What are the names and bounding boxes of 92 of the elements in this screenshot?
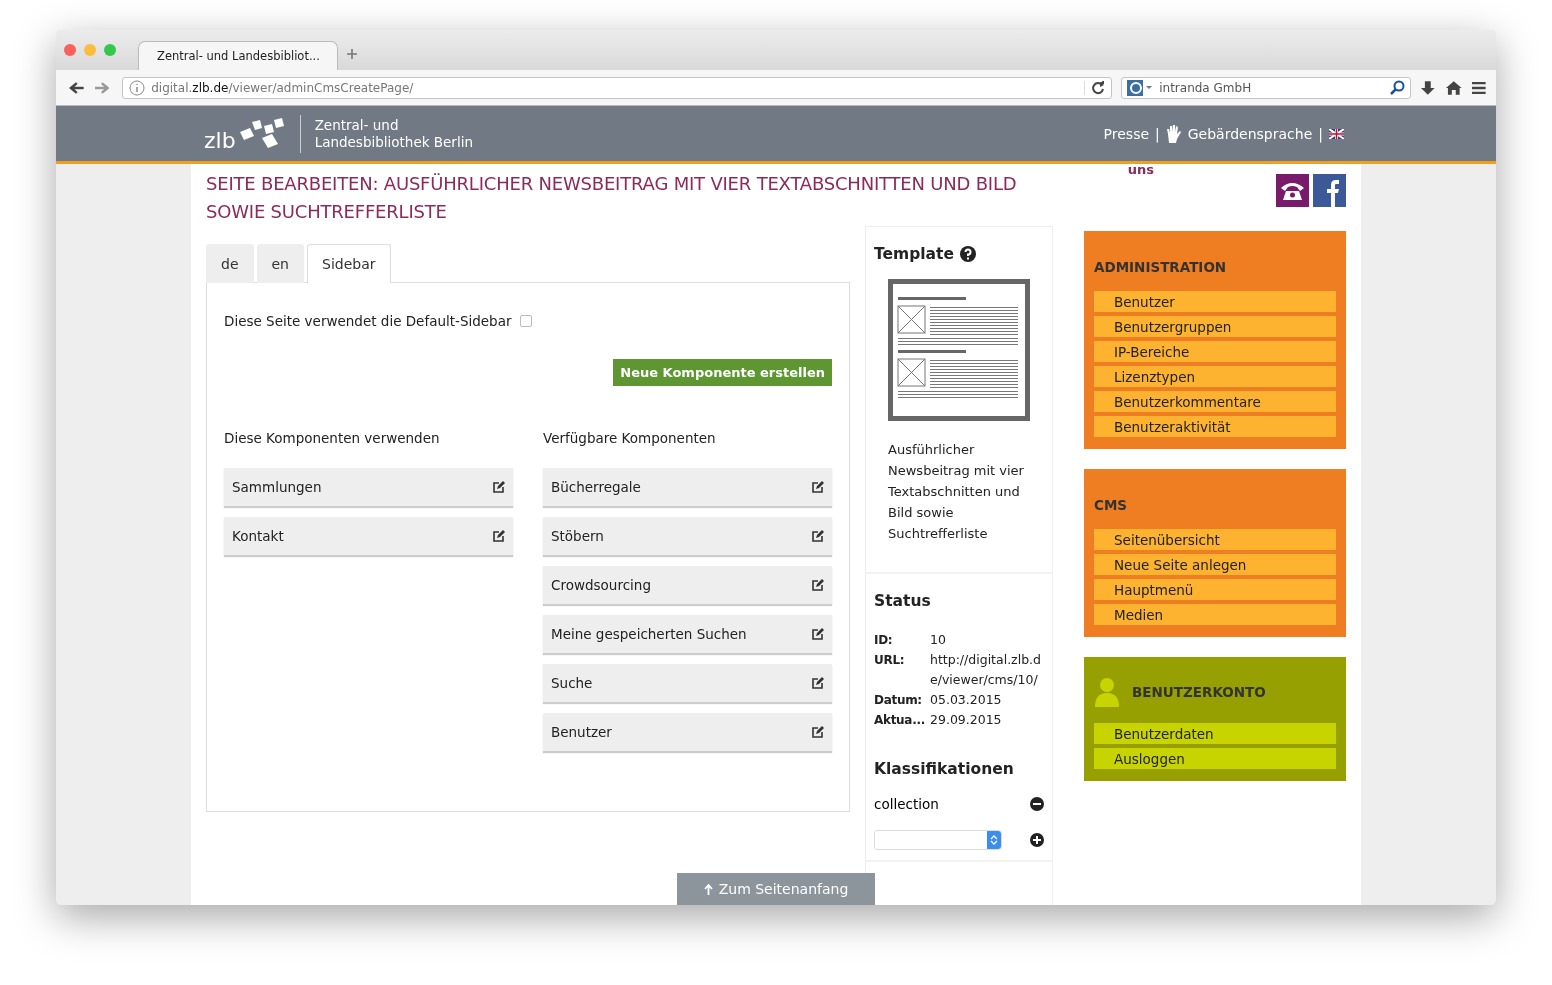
classification-select[interactable] [874, 830, 1002, 850]
status-value: 10 [930, 631, 947, 649]
section-heading: Status [874, 592, 932, 610]
section-heading: Klassifikationen [874, 760, 1015, 778]
component-item[interactable]: Suche [543, 664, 832, 702]
component-label: Sammlungen [232, 479, 322, 495]
component-label: Kontakt [232, 528, 284, 544]
component-item[interactable]: Crowdsourcing [543, 566, 832, 604]
language-tab[interactable]: en [256, 244, 304, 283]
box-title: CMS [1094, 497, 1128, 513]
component-item[interactable]: Benutzer [543, 713, 832, 751]
sidebar-link[interactable]: Benutzerdaten [1094, 723, 1336, 744]
address-bar[interactable]: digital.zlb.de/viewer/adminCmsCreatePage/ [122, 76, 1113, 99]
default-sidebar-checkbox[interactable] [519, 315, 532, 327]
classification-label: collection [874, 796, 939, 812]
sidebar-link[interactable]: Seitenübersicht [1094, 529, 1336, 550]
edit-icon[interactable] [811, 480, 824, 494]
sidebar-link[interactable]: Medien [1094, 604, 1336, 625]
phone-icon[interactable] [1276, 174, 1309, 207]
browser-tab[interactable]: Zentral- und Landesbibliot... [138, 41, 338, 70]
box-title: ADMINISTRATION [1094, 259, 1227, 275]
component-item[interactable]: Kontakt [224, 517, 513, 555]
box-title: BENUTZERKONTO [1132, 684, 1266, 700]
hand-icon[interactable] [1165, 123, 1182, 144]
component-label: Bücherregale [551, 479, 641, 495]
remove-icon[interactable] [1030, 797, 1044, 811]
status-value: 29.09.2015 [930, 711, 1003, 729]
sidebar-link[interactable]: IP-Bereiche [1094, 341, 1336, 362]
reload-icon[interactable] [1084, 80, 1106, 95]
sidebar-link[interactable]: Benutzer [1094, 291, 1336, 312]
search-icon[interactable] [1389, 79, 1406, 96]
status-label: ID: [874, 632, 894, 649]
help-icon[interactable] [959, 246, 976, 262]
edit-icon[interactable] [811, 627, 824, 641]
list-heading: Diese Komponenten verwenden [224, 430, 441, 446]
status-label: Datum: [874, 692, 923, 709]
status-value: 05.03.2015 [930, 691, 1003, 709]
info-icon [129, 79, 146, 96]
sidebar-link[interactable]: Benutzerkommentare [1094, 391, 1336, 412]
sidebar-link[interactable]: Neue Seite anlegen [1094, 554, 1336, 575]
sidebar-link[interactable]: Hauptmenü [1094, 579, 1336, 600]
stepper-icon [990, 834, 998, 846]
edit-icon[interactable] [492, 480, 505, 494]
checkbox-label: Diese Seite verwendet die Default-Sidebar [224, 313, 512, 329]
arrow-up-icon [703, 883, 713, 895]
sidebar-link[interactable]: Ausloggen [1094, 748, 1336, 769]
section-heading: Template [874, 245, 954, 263]
sidebar-link[interactable]: Benutzergruppen [1094, 316, 1336, 337]
component-label: Crowdsourcing [551, 577, 651, 593]
list-heading: Verfügbare Komponenten [543, 430, 717, 446]
edit-icon[interactable] [492, 529, 505, 543]
edit-icon[interactable] [811, 725, 824, 739]
edit-icon[interactable] [811, 578, 824, 592]
menu-icon[interactable] [1471, 80, 1487, 95]
home-icon[interactable] [1444, 79, 1463, 96]
forward-icon[interactable] [93, 80, 110, 95]
site-name[interactable]: Zentral- und Landesbibliothek Berlin [314, 116, 473, 151]
component-item[interactable]: Stöbern [543, 517, 832, 555]
nav-link[interactable]: Presse [1103, 125, 1150, 142]
language-tab[interactable]: Sidebar [307, 244, 391, 283]
contact-text[interactable]: uns [1127, 162, 1154, 177]
component-item[interactable]: Sammlungen [224, 468, 513, 506]
component-label: Suche [551, 675, 593, 691]
component-label: Stöbern [551, 528, 604, 544]
search-engine-icon[interactable] [1127, 79, 1154, 96]
nav-link[interactable]: Gebärdensprache [1187, 125, 1313, 142]
component-label: Meine gespeicherten Suchen [551, 626, 747, 642]
create-component-button[interactable]: Neue Komponente erstellen [613, 359, 832, 386]
search-field[interactable]: intranda GmbH [1121, 76, 1412, 99]
logo-text[interactable]: zlb [204, 128, 236, 153]
download-icon[interactable] [1420, 79, 1436, 96]
component-label: Benutzer [551, 724, 612, 740]
sidebar-link[interactable]: Benutzeraktivität [1094, 416, 1336, 437]
template-caption: Ausführlicher Newsbeitrag mit vier Textabschnitten und Bild sowie Suchtrefferliste [888, 441, 1025, 543]
new-tab-icon[interactable] [346, 48, 358, 60]
status-value: http://digital.zlb.de/viewer/cms/10/ [930, 651, 1042, 689]
status-label: Aktua... [874, 712, 926, 729]
component-item[interactable]: Bücherregale [543, 468, 832, 506]
language-tab[interactable]: de [206, 244, 254, 283]
flag-icon[interactable] [1329, 128, 1344, 139]
edit-icon[interactable] [811, 676, 824, 690]
status-label: URL: [874, 652, 906, 669]
separator-text: | [1318, 125, 1323, 142]
user-icon [1094, 677, 1120, 707]
separator-text: | [1155, 125, 1160, 142]
page-title: SEITE BEARBEITEN: AUSFÜHRLICHER NEWSBEITRAG MIT VIER TEXTABSCHNITTEN UND BILD SOWIE SUCHTREFFERLISTE [206, 172, 1018, 224]
facebook-icon[interactable] [1313, 174, 1346, 207]
sidebar-link[interactable]: Lizenztypen [1094, 366, 1336, 387]
back-icon[interactable] [69, 80, 85, 95]
component-item[interactable]: Meine gespeicherten Suchen [543, 615, 832, 653]
add-icon[interactable] [1030, 833, 1044, 847]
edit-icon[interactable] [811, 529, 824, 543]
